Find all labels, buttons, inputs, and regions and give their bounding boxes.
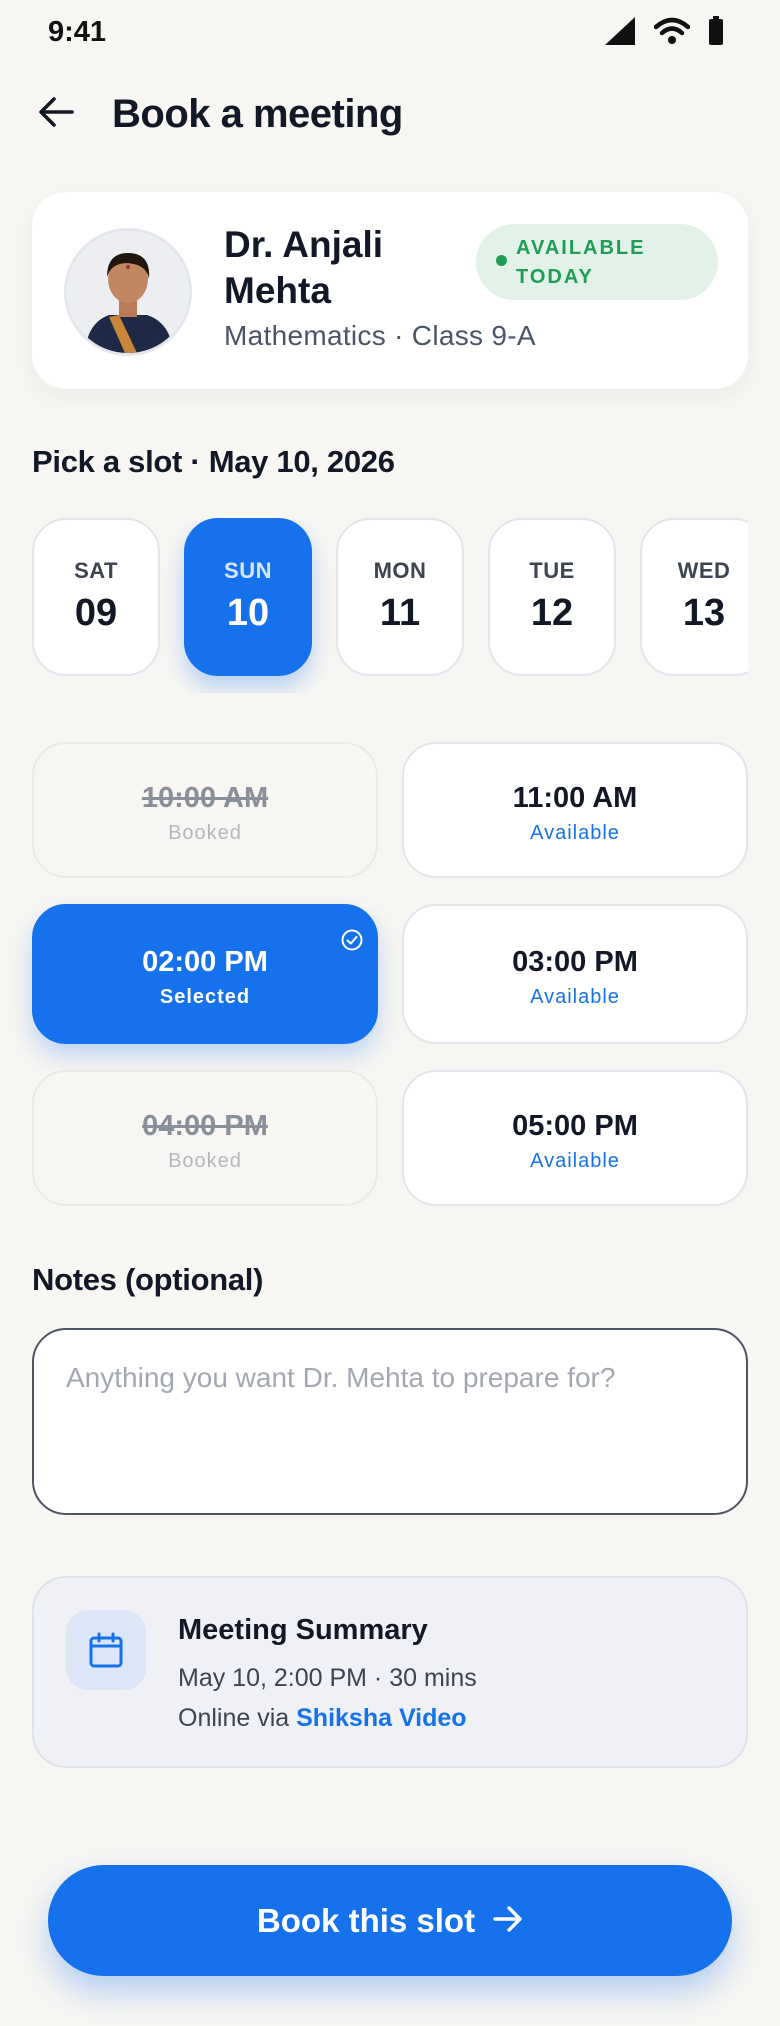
teacher-card: Dr. Anjali Mehta Mathematics · Class 9-A…	[32, 192, 748, 389]
availability-badge: AVAILABLE TODAY	[476, 224, 718, 300]
meeting-summary-card: Meeting Summary May 10, 2:00 PM · 30 min…	[32, 1576, 748, 1768]
date-chip-sat[interactable]: SAT 09	[32, 518, 160, 676]
time-slot-available[interactable]: 05:00 PM Available	[402, 1070, 748, 1206]
slot-status: Booked	[168, 1150, 242, 1172]
slot-time: 05:00 PM	[512, 1110, 638, 1142]
avatar	[64, 228, 192, 356]
date-dow: TUE	[529, 558, 575, 583]
date-number: 09	[74, 592, 118, 634]
teacher-name: Dr. Anjali Mehta	[224, 224, 384, 311]
date-number: 12	[530, 592, 574, 634]
date-chip-mon[interactable]: MON 11	[336, 518, 464, 676]
summary-title: Meeting Summary	[178, 1614, 428, 1646]
cellular-signal-icon	[604, 16, 636, 46]
slot-time: 04:00 PM	[142, 1110, 268, 1142]
book-slot-label: Book this slot	[256, 1901, 476, 1939]
date-dow: MON	[373, 558, 427, 583]
status-dot-icon	[496, 255, 507, 266]
summary-datetime: May 10, 2:00 PM · 30 mins	[178, 1664, 477, 1692]
page-title: Book a meeting	[112, 92, 403, 136]
status-bar: 9:41	[0, 0, 780, 64]
slot-status: Available	[530, 986, 620, 1008]
slot-time: 10:00 AM	[141, 782, 269, 814]
calendar-icon	[66, 1610, 146, 1690]
platform-link[interactable]: Shiksha Video	[296, 1704, 466, 1732]
back-button[interactable]	[32, 90, 80, 138]
arrow-left-icon	[38, 96, 74, 133]
slot-status: Selected	[159, 986, 251, 1008]
arrow-right-icon	[493, 1905, 523, 1936]
time-slot-booked: 04:00 PM Booked	[32, 1070, 378, 1206]
wifi-icon	[654, 17, 690, 45]
date-number: 10	[226, 592, 270, 634]
time-slot-selected[interactable]: 02:00 PM Selected	[32, 904, 378, 1044]
summary-via-label: Online via	[178, 1704, 290, 1732]
date-number: 13	[682, 592, 726, 634]
status-icons	[604, 16, 724, 46]
slot-time: 11:00 AM	[512, 782, 638, 814]
time-slot-available[interactable]: 03:00 PM Available	[402, 904, 748, 1044]
date-chip-wed[interactable]: WED 13	[640, 518, 748, 676]
slot-status: Available	[530, 822, 620, 844]
notes-textarea[interactable]	[32, 1328, 748, 1515]
time-slot-available[interactable]: 11:00 AM Available	[402, 742, 748, 878]
slot-status: Available	[530, 1150, 620, 1172]
battery-icon	[708, 16, 724, 46]
date-chip-tue[interactable]: TUE 12	[488, 518, 616, 676]
header: Book a meeting	[0, 86, 780, 156]
slot-status: Booked	[168, 822, 242, 844]
date-chip-sun[interactable]: SUN 10	[184, 518, 312, 676]
date-dow: SAT	[74, 558, 118, 583]
notes-label: Notes (optional)	[32, 1262, 264, 1297]
summary-platform-line: Online via Shiksha Video	[178, 1704, 467, 1733]
book-slot-button[interactable]: Book this slot	[48, 1865, 732, 1976]
slot-time: 02:00 PM	[142, 946, 268, 978]
teacher-subtitle: Mathematics · Class 9-A	[224, 320, 536, 351]
slot-section-title: Pick a slot · May 10, 2026	[32, 444, 395, 479]
date-number: 11	[379, 592, 421, 634]
slot-time: 03:00 PM	[512, 946, 638, 978]
date-dow: WED	[677, 558, 731, 583]
date-dow: SUN	[224, 558, 272, 583]
status-time: 9:41	[48, 16, 107, 48]
availability-text: AVAILABLE TODAY	[516, 237, 646, 288]
date-strip[interactable]: SAT 09 SUN 10 MON 11 TUE 12 WED 13	[32, 518, 748, 693]
time-slot-booked: 10:00 AM Booked	[32, 742, 378, 878]
